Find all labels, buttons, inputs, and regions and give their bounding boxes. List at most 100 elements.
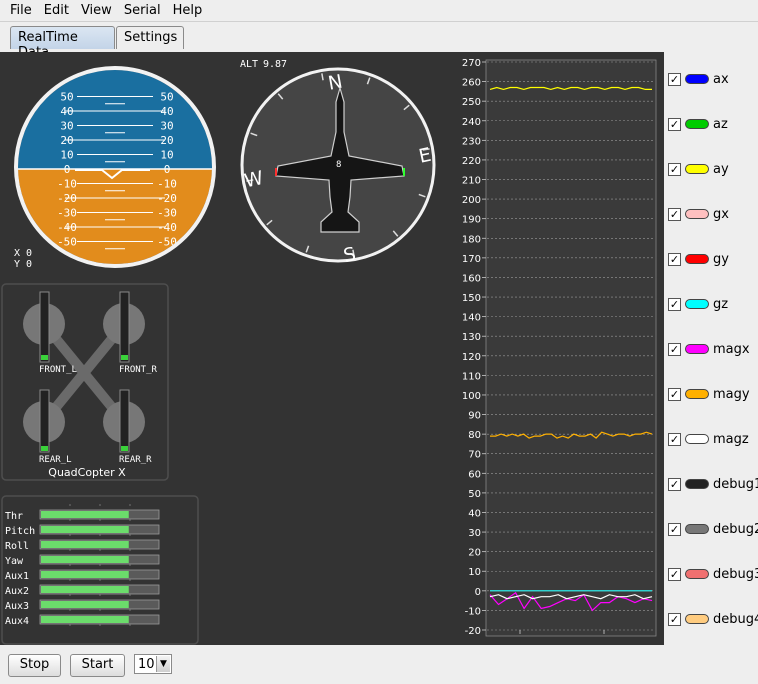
legend-label: gx: [713, 206, 729, 222]
legend-item-gy[interactable]: ✓ gy: [668, 250, 729, 268]
legend-label: gz: [713, 296, 729, 312]
start-button[interactable]: Start: [70, 654, 125, 677]
checkbox-checked-icon[interactable]: ✓: [668, 567, 681, 581]
legend-item-gx[interactable]: ✓ gx: [668, 205, 729, 223]
pitch-label-left: 40: [60, 105, 73, 118]
chart-tick-label: 10: [468, 567, 481, 578]
chart-tick-label: 180: [462, 234, 481, 245]
chart-tick-label: 100: [462, 391, 481, 402]
pitch-label-left: 50: [60, 91, 73, 104]
menu-view[interactable]: View: [75, 3, 118, 18]
chart-tick-label: 160: [462, 273, 481, 284]
pitch-label-right: -40: [157, 221, 177, 234]
pitch-label-right: -20: [157, 192, 177, 205]
legend-item-debug1[interactable]: ✓ debug1: [668, 475, 758, 493]
legend-label: debug3: [713, 566, 758, 582]
pitch-label-right: 20: [160, 134, 173, 147]
instruments-canvas: 5050404030302020101000-10-10-20-20-30-30…: [1, 58, 657, 645]
checkbox-checked-icon[interactable]: ✓: [668, 252, 681, 266]
y-readout: Y 0: [14, 259, 32, 270]
chart-tick-label: 230: [462, 136, 481, 147]
legend-label: magz: [713, 431, 749, 447]
rc-channel-label: Roll: [5, 541, 29, 552]
legend-label: debug4: [713, 611, 758, 627]
checkbox-checked-icon[interactable]: ✓: [668, 387, 681, 401]
legend-item-ax[interactable]: ✓ ax: [668, 70, 729, 88]
legend-label: ax: [713, 71, 729, 87]
menu-help[interactable]: Help: [167, 3, 209, 18]
chart-tick-label: 20: [468, 548, 481, 559]
legend-item-magx[interactable]: ✓ magx: [668, 340, 750, 358]
menu-edit[interactable]: Edit: [38, 3, 75, 18]
rc-channel-label: Aux4: [5, 616, 29, 627]
chart-tick-label: 70: [468, 450, 481, 461]
rc-channel-label: Yaw: [5, 556, 24, 567]
chart-tick-label: -10: [465, 606, 481, 617]
chart-tick-label: 0: [475, 587, 481, 598]
quadcopter-panel: FRONT_L FRONT_R REAR_L REAR_R QuadCopter…: [1, 283, 169, 481]
rc-channel-fill: [41, 556, 129, 563]
chevron-down-icon[interactable]: ▼: [156, 656, 170, 672]
chart-tick-label: 90: [468, 411, 481, 422]
legend-swatch: [685, 254, 709, 264]
legend-label: az: [713, 116, 728, 132]
checkbox-checked-icon[interactable]: ✓: [668, 297, 681, 311]
chart-tick-label: 260: [462, 78, 481, 89]
label-front-left: FRONT_L: [39, 365, 77, 375]
legend-swatch: [685, 479, 709, 489]
x-readout: X 0: [14, 248, 32, 259]
altitude-label: ALT: [240, 59, 258, 70]
checkbox-checked-icon[interactable]: ✓: [668, 207, 681, 221]
chart-tick-label: 30: [468, 528, 481, 539]
checkbox-checked-icon[interactable]: ✓: [668, 162, 681, 176]
legend-item-magy[interactable]: ✓ magy: [668, 385, 750, 403]
legend-label: ay: [713, 161, 729, 177]
chart-tick-label: 190: [462, 215, 481, 226]
chart-tick-label: 250: [462, 97, 481, 108]
altitude-value: 9.87: [263, 59, 287, 70]
checkbox-checked-icon[interactable]: ✓: [668, 72, 681, 86]
legend-swatch: [685, 74, 709, 84]
legend-swatch: [685, 434, 709, 444]
checkbox-checked-icon[interactable]: ✓: [668, 342, 681, 356]
rc-channel-fill: [41, 526, 129, 533]
legend-label: debug1: [713, 476, 758, 492]
legend-label: magy: [713, 386, 750, 402]
rc-channel-fill: [41, 541, 129, 548]
rate-value: 10: [138, 656, 155, 672]
pitch-label-right: -30: [157, 207, 177, 220]
tab-realtime-data[interactable]: RealTime Data: [10, 26, 115, 60]
chart-tick-label: 210: [462, 176, 481, 187]
checkbox-checked-icon[interactable]: ✓: [668, 522, 681, 536]
tab-settings[interactable]: Settings: [116, 26, 184, 49]
legend-swatch: [685, 344, 709, 354]
checkbox-checked-icon[interactable]: ✓: [668, 117, 681, 131]
legend-item-gz[interactable]: ✓ gz: [668, 295, 728, 313]
chart-tick-label: 50: [468, 489, 481, 500]
legend-item-ay[interactable]: ✓ ay: [668, 160, 729, 178]
stop-button[interactable]: Stop: [8, 654, 61, 677]
checkbox-checked-icon[interactable]: ✓: [668, 432, 681, 446]
legend-item-magz[interactable]: ✓ magz: [668, 430, 749, 448]
label-rear-right: REAR_R: [119, 455, 152, 465]
legend-item-debug4[interactable]: ✓ debug4: [668, 610, 758, 628]
chart-tick-label: 240: [462, 117, 481, 128]
chart-tick-label: 140: [462, 313, 481, 324]
legend-item-debug3[interactable]: ✓ debug3: [668, 565, 758, 583]
legend-label: gy: [713, 251, 729, 267]
menu-serial[interactable]: Serial: [118, 3, 167, 18]
rate-select[interactable]: 10 ▼: [134, 654, 172, 674]
rc-channel-fill: [41, 571, 129, 578]
attitude-indicator: 5050404030302020101000-10-10-20-20-30-30…: [14, 66, 216, 270]
pitch-label-right: 40: [160, 105, 173, 118]
checkbox-checked-icon[interactable]: ✓: [668, 477, 681, 491]
legend-item-debug2[interactable]: ✓ debug2: [668, 520, 758, 538]
menu-file[interactable]: File: [4, 3, 38, 18]
checkbox-checked-icon[interactable]: ✓: [668, 612, 681, 626]
legend-item-az[interactable]: ✓ az: [668, 115, 728, 133]
bottom-toolbar: Stop Start 10 ▼: [0, 645, 758, 684]
rc-channel-label: Aux3: [5, 601, 29, 612]
compass: ALT 9.87 N E S W 8: [240, 59, 436, 267]
legend-label: magx: [713, 341, 750, 357]
legend-swatch: [685, 209, 709, 219]
